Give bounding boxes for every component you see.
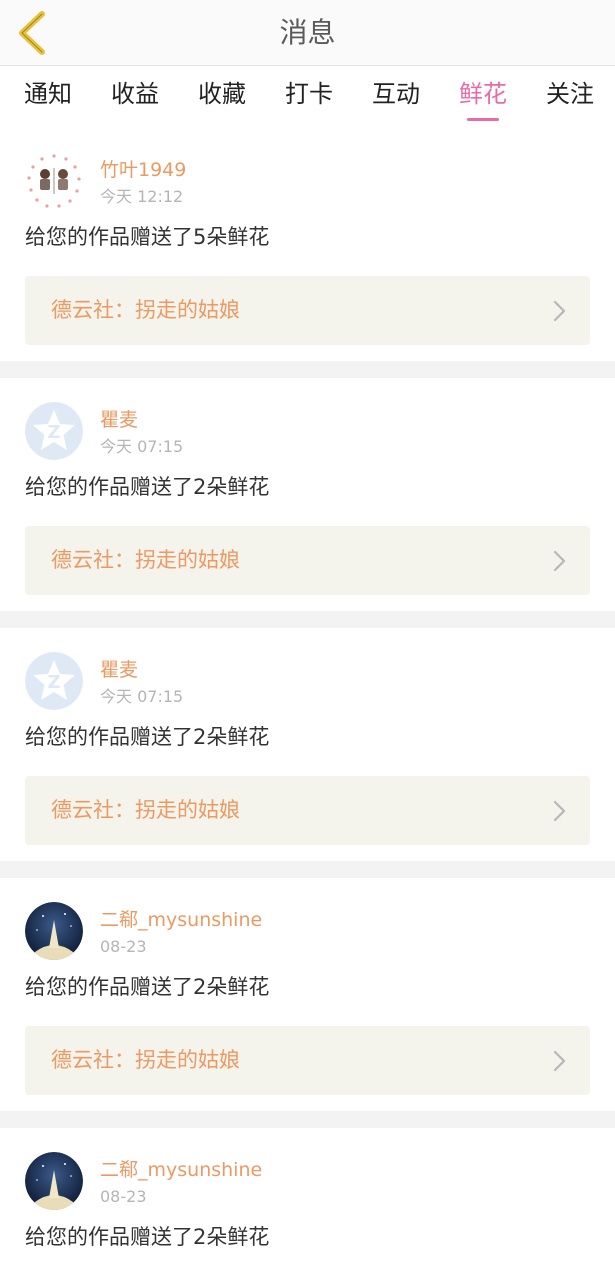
list-item: 二郗_mysunshine 08-23 给您的作品赠送了2朵鲜花 德云社：拐走的… (0, 878, 615, 1111)
tab-checkin[interactable]: 打卡 (285, 66, 333, 128)
list-item: 竹叶1949 今天 12:12 给您的作品赠送了5朵鲜花 德云社：拐走的姑娘 (0, 128, 615, 361)
divider (0, 1111, 615, 1128)
tab-label: 关注 (546, 80, 594, 108)
username[interactable]: 二郗_mysunshine (100, 1157, 262, 1183)
avatar[interactable] (25, 902, 83, 960)
work-title: 德云社：拐走的姑娘 (51, 798, 240, 822)
top-bar: 消息 (0, 0, 615, 66)
chevron-right-icon (552, 550, 566, 576)
chevron-right-icon (552, 1050, 566, 1076)
work-title: 德云社：拐走的姑娘 (51, 1048, 240, 1072)
qq-default-avatar-icon: Z (25, 652, 83, 710)
tab-earnings[interactable]: 收益 (111, 66, 159, 128)
tab-interaction[interactable]: 互动 (372, 66, 420, 128)
svg-text:Z: Z (47, 422, 60, 443)
message-list: 竹叶1949 今天 12:12 给您的作品赠送了5朵鲜花 德云社：拐走的姑娘 Z… (0, 128, 615, 1256)
svg-text:Z: Z (47, 672, 60, 693)
page-title: 消息 (279, 16, 336, 49)
tab-label: 通知 (24, 80, 72, 108)
timestamp: 08-23 (100, 937, 147, 956)
tab-label: 收藏 (198, 80, 246, 108)
avatar[interactable] (25, 152, 83, 210)
tab-label: 打卡 (285, 80, 333, 108)
divider (0, 611, 615, 628)
tab-label: 鲜花 (459, 80, 507, 108)
list-item: Z 瞿麦 今天 07:15 给您的作品赠送了2朵鲜花 德云社：拐走的姑娘 (0, 378, 615, 611)
timestamp: 今天 07:15 (100, 437, 184, 456)
username[interactable]: 瞿麦 (100, 657, 138, 683)
chevron-right-icon (552, 300, 566, 326)
username[interactable]: 二郗_mysunshine (100, 907, 262, 933)
work-link[interactable]: 德云社：拐走的姑娘 (25, 526, 590, 595)
chevron-right-icon (552, 800, 566, 826)
active-tab-indicator (467, 118, 499, 121)
work-link[interactable]: 德云社：拐走的姑娘 (25, 276, 590, 345)
timestamp: 08-23 (100, 1187, 147, 1206)
couple-avatar-icon (25, 152, 83, 210)
tab-flowers[interactable]: 鲜花 (459, 66, 507, 128)
night-sky-avatar-icon (25, 1152, 83, 1210)
username[interactable]: 瞿麦 (100, 407, 138, 433)
work-link[interactable]: 德云社：拐走的姑娘 (25, 776, 590, 845)
avatar[interactable]: Z (25, 652, 83, 710)
timestamp: 今天 12:12 (100, 187, 184, 206)
tab-notice[interactable]: 通知 (24, 66, 72, 128)
night-sky-avatar-icon (25, 902, 83, 960)
tab-label: 互动 (372, 80, 420, 108)
list-item: Z 瞿麦 今天 07:15 给您的作品赠送了2朵鲜花 德云社：拐走的姑娘 (0, 628, 615, 861)
tab-label: 收益 (111, 80, 159, 108)
work-title: 德云社：拐走的姑娘 (51, 298, 240, 322)
tab-bar: 通知 收益 收藏 打卡 互动 鲜花 关注 (0, 66, 615, 128)
avatar[interactable]: Z (25, 402, 83, 460)
work-link[interactable]: 德云社：拐走的姑娘 (25, 1026, 590, 1095)
timestamp: 今天 07:15 (100, 687, 184, 706)
username[interactable]: 竹叶1949 (100, 157, 186, 183)
avatar[interactable] (25, 1152, 83, 1210)
qq-default-avatar-icon: Z (25, 402, 83, 460)
tab-follow[interactable]: 关注 (546, 66, 594, 128)
tab-favorites[interactable]: 收藏 (198, 66, 246, 128)
work-title: 德云社：拐走的姑娘 (51, 548, 240, 572)
list-item: 二郗_mysunshine 08-23 给您的作品赠送了2朵鲜花 (0, 1128, 615, 1256)
divider (0, 861, 615, 878)
divider (0, 361, 615, 378)
